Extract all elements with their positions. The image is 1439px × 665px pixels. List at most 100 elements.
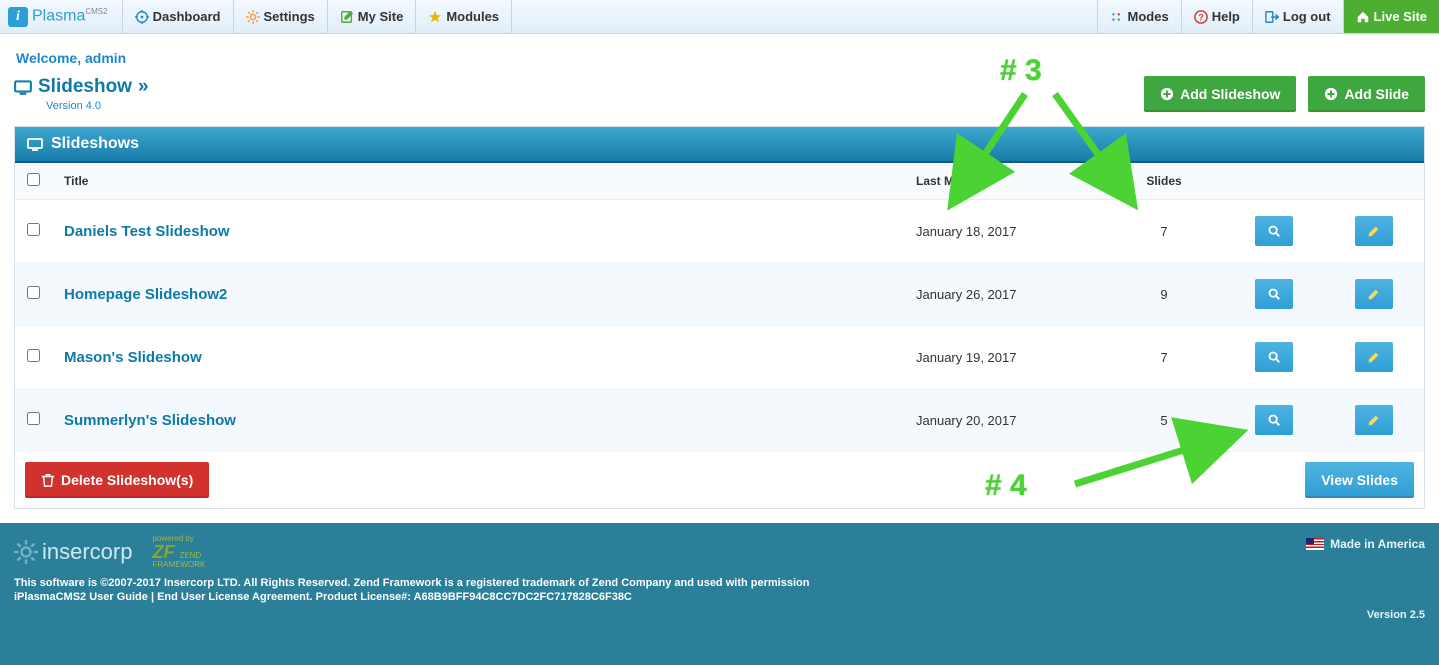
row-title[interactable]: Homepage Slideshow2 [64, 286, 227, 303]
row-slides: 9 [1104, 263, 1224, 326]
view-slides-button[interactable]: View Slides [1305, 462, 1414, 498]
gear-icon [14, 540, 38, 564]
search-icon [1267, 287, 1281, 301]
row-edit-button[interactable] [1355, 405, 1393, 435]
delete-slideshows-label: Delete Slideshow(s) [61, 472, 193, 488]
col-title[interactable]: Title [52, 163, 904, 200]
nav-mysite[interactable]: My Site [328, 0, 417, 33]
nav-dashboard[interactable]: Dashboard [123, 0, 234, 33]
nav-dashboard-label: Dashboard [153, 9, 221, 24]
search-icon [1267, 224, 1281, 238]
row-slides: 7 [1104, 200, 1224, 263]
screen-icon [14, 78, 32, 96]
row-slides: 7 [1104, 326, 1224, 389]
zf-sub: FRAMEWORK [152, 561, 205, 569]
footer-made-label: Made in America [1330, 537, 1425, 551]
nav-settings[interactable]: Settings [234, 0, 328, 33]
add-slide-button[interactable]: Add Slide [1308, 76, 1425, 112]
nav-right: Modes Help Log out Live Site [1097, 0, 1439, 33]
breadcrumb-title: Slideshow [38, 76, 132, 98]
footer-line2: iPlasmaCMS2 User Guide | End User Licens… [14, 591, 1425, 603]
footer: insercorp powered by ZF ZEND FRAMEWORK T… [0, 523, 1439, 665]
nav-livesite[interactable]: Live Site [1343, 0, 1439, 33]
edit-icon [340, 10, 354, 24]
nav-modules[interactable]: Modules [416, 0, 512, 33]
zf-brand: ZEND [179, 551, 201, 560]
slideshows-panel: Slideshows Title Last Modified Slides Da… [14, 126, 1425, 509]
add-slideshow-label: Add Slideshow [1180, 86, 1280, 102]
breadcrumb[interactable]: Slideshow » [14, 76, 149, 98]
nav-livesite-label: Live Site [1374, 9, 1427, 24]
plus-circle-icon [1160, 87, 1174, 101]
nav-modes-label: Modes [1128, 9, 1169, 24]
chevron-icon: » [138, 76, 149, 98]
help-icon [1194, 10, 1208, 24]
row-edit-button[interactable] [1355, 342, 1393, 372]
view-slides-label: View Slides [1321, 472, 1398, 488]
add-slideshow-button[interactable]: Add Slideshow [1144, 76, 1296, 112]
logout-icon [1265, 10, 1279, 24]
table-row: Homepage Slideshow2 January 26, 20179 [15, 263, 1424, 326]
search-icon [1267, 350, 1281, 364]
gear-icon [246, 10, 260, 24]
home-icon [1356, 10, 1370, 24]
row-title[interactable]: Summerlyn's Slideshow [64, 412, 236, 429]
row-checkbox[interactable] [27, 223, 40, 236]
footer-insercorp[interactable]: insercorp [14, 539, 132, 565]
row-modified: January 26, 2017 [904, 263, 1104, 326]
pencil-icon [1367, 350, 1381, 364]
footer-line1: This software is ©2007-2017 Insercorp LT… [14, 577, 1425, 589]
logo-icon: i [8, 7, 28, 27]
footer-made-in: Made in America [1306, 537, 1425, 551]
plus-circle-icon [1324, 87, 1338, 101]
pencil-icon [1367, 287, 1381, 301]
select-all-checkbox[interactable] [27, 173, 40, 186]
search-icon [1267, 413, 1281, 427]
logo-text: PlasmaCMS2 [32, 7, 108, 25]
row-title[interactable]: Daniels Test Slideshow [64, 223, 230, 240]
add-slide-label: Add Slide [1344, 86, 1409, 102]
pencil-icon [1367, 413, 1381, 427]
col-slides[interactable]: Slides [1104, 163, 1224, 200]
topbar: i PlasmaCMS2 Dashboard Settings My Site … [0, 0, 1439, 34]
table-row: Summerlyn's SlideshowJanuary 20, 20175 [15, 389, 1424, 452]
row-view-button[interactable] [1255, 279, 1293, 309]
row-view-button[interactable] [1255, 342, 1293, 372]
nav-help[interactable]: Help [1181, 0, 1252, 33]
pencil-icon [1367, 224, 1381, 238]
modes-icon [1110, 10, 1124, 24]
delete-slideshows-button[interactable]: Delete Slideshow(s) [25, 462, 209, 498]
nav-mysite-label: My Site [358, 9, 404, 24]
row-edit-button[interactable] [1355, 216, 1393, 246]
module-header: Slideshow » Version 4.0 Add Slideshow Ad… [14, 76, 1425, 112]
nav-logout-label: Log out [1283, 9, 1331, 24]
col-modified[interactable]: Last Modified [904, 163, 1104, 200]
module-version: Version 4.0 [46, 100, 149, 112]
row-slides: 5 [1104, 389, 1224, 452]
panel-footer: Delete Slideshow(s) View Slides [15, 452, 1424, 508]
trash-icon [41, 473, 55, 487]
nav-modes[interactable]: Modes [1097, 0, 1181, 33]
star-icon [428, 10, 442, 24]
welcome-text: Welcome, admin [16, 50, 1423, 66]
slideshows-table: Title Last Modified Slides Daniels Test … [15, 163, 1424, 452]
nav-logout[interactable]: Log out [1252, 0, 1343, 33]
row-view-button[interactable] [1255, 405, 1293, 435]
nav-help-label: Help [1212, 9, 1240, 24]
row-checkbox[interactable] [27, 412, 40, 425]
page-body: Welcome, admin Slideshow » Version 4.0 A… [0, 34, 1439, 523]
row-checkbox[interactable] [27, 349, 40, 362]
row-view-button[interactable] [1255, 216, 1293, 246]
row-modified: January 18, 2017 [904, 200, 1104, 263]
row-title[interactable]: Mason's Slideshow [64, 349, 202, 366]
row-edit-button[interactable] [1355, 279, 1393, 309]
table-row: Mason's SlideshowJanuary 19, 20177 [15, 326, 1424, 389]
nav-left: Dashboard Settings My Site Modules [123, 0, 512, 33]
table-row: Daniels Test Slideshow January 18, 20177 [15, 200, 1424, 263]
footer-zend: powered by ZF ZEND FRAMEWORK [152, 535, 205, 569]
row-checkbox[interactable] [27, 286, 40, 299]
nav-modules-label: Modules [446, 9, 499, 24]
footer-insercorp-label: insercorp [42, 539, 132, 565]
logo[interactable]: i PlasmaCMS2 [0, 0, 123, 33]
panel-title: Slideshows [51, 135, 139, 153]
